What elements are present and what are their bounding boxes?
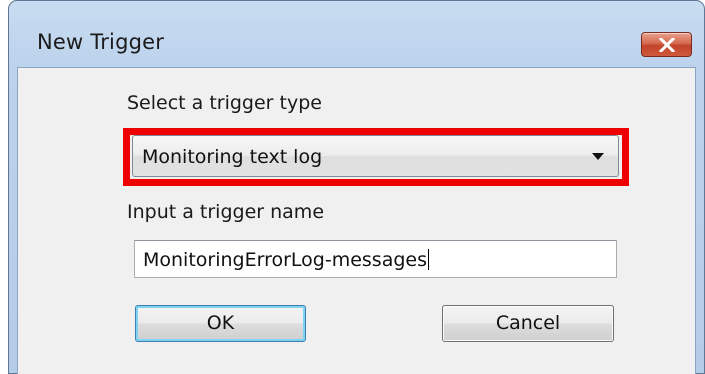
trigger-type-dropdown[interactable]: Monitoring text log bbox=[132, 135, 619, 177]
close-x-icon bbox=[658, 37, 675, 52]
close-button[interactable] bbox=[641, 32, 692, 57]
text-caret bbox=[428, 249, 429, 270]
chevron-down-icon bbox=[592, 153, 604, 160]
trigger-name-value: MonitoringErrorLog-messages bbox=[143, 249, 427, 271]
dialog-client-area: Select a trigger type Monitoring text lo… bbox=[17, 67, 696, 374]
trigger-name-input[interactable]: MonitoringErrorLog-messages bbox=[134, 240, 617, 278]
trigger-type-selected-value: Monitoring text log bbox=[142, 146, 323, 168]
new-trigger-dialog: New Trigger Select a trigger type Monito… bbox=[8, 0, 705, 374]
title-bar[interactable]: New Trigger bbox=[9, 1, 704, 67]
dialog-title: New Trigger bbox=[37, 30, 165, 54]
ok-button[interactable]: OK bbox=[135, 305, 306, 342]
cancel-button[interactable]: Cancel bbox=[442, 305, 614, 342]
screenshot-stage: New Trigger Select a trigger type Monito… bbox=[0, 0, 705, 374]
trigger-name-label: Input a trigger name bbox=[127, 201, 325, 223]
trigger-type-label: Select a trigger type bbox=[127, 92, 322, 114]
